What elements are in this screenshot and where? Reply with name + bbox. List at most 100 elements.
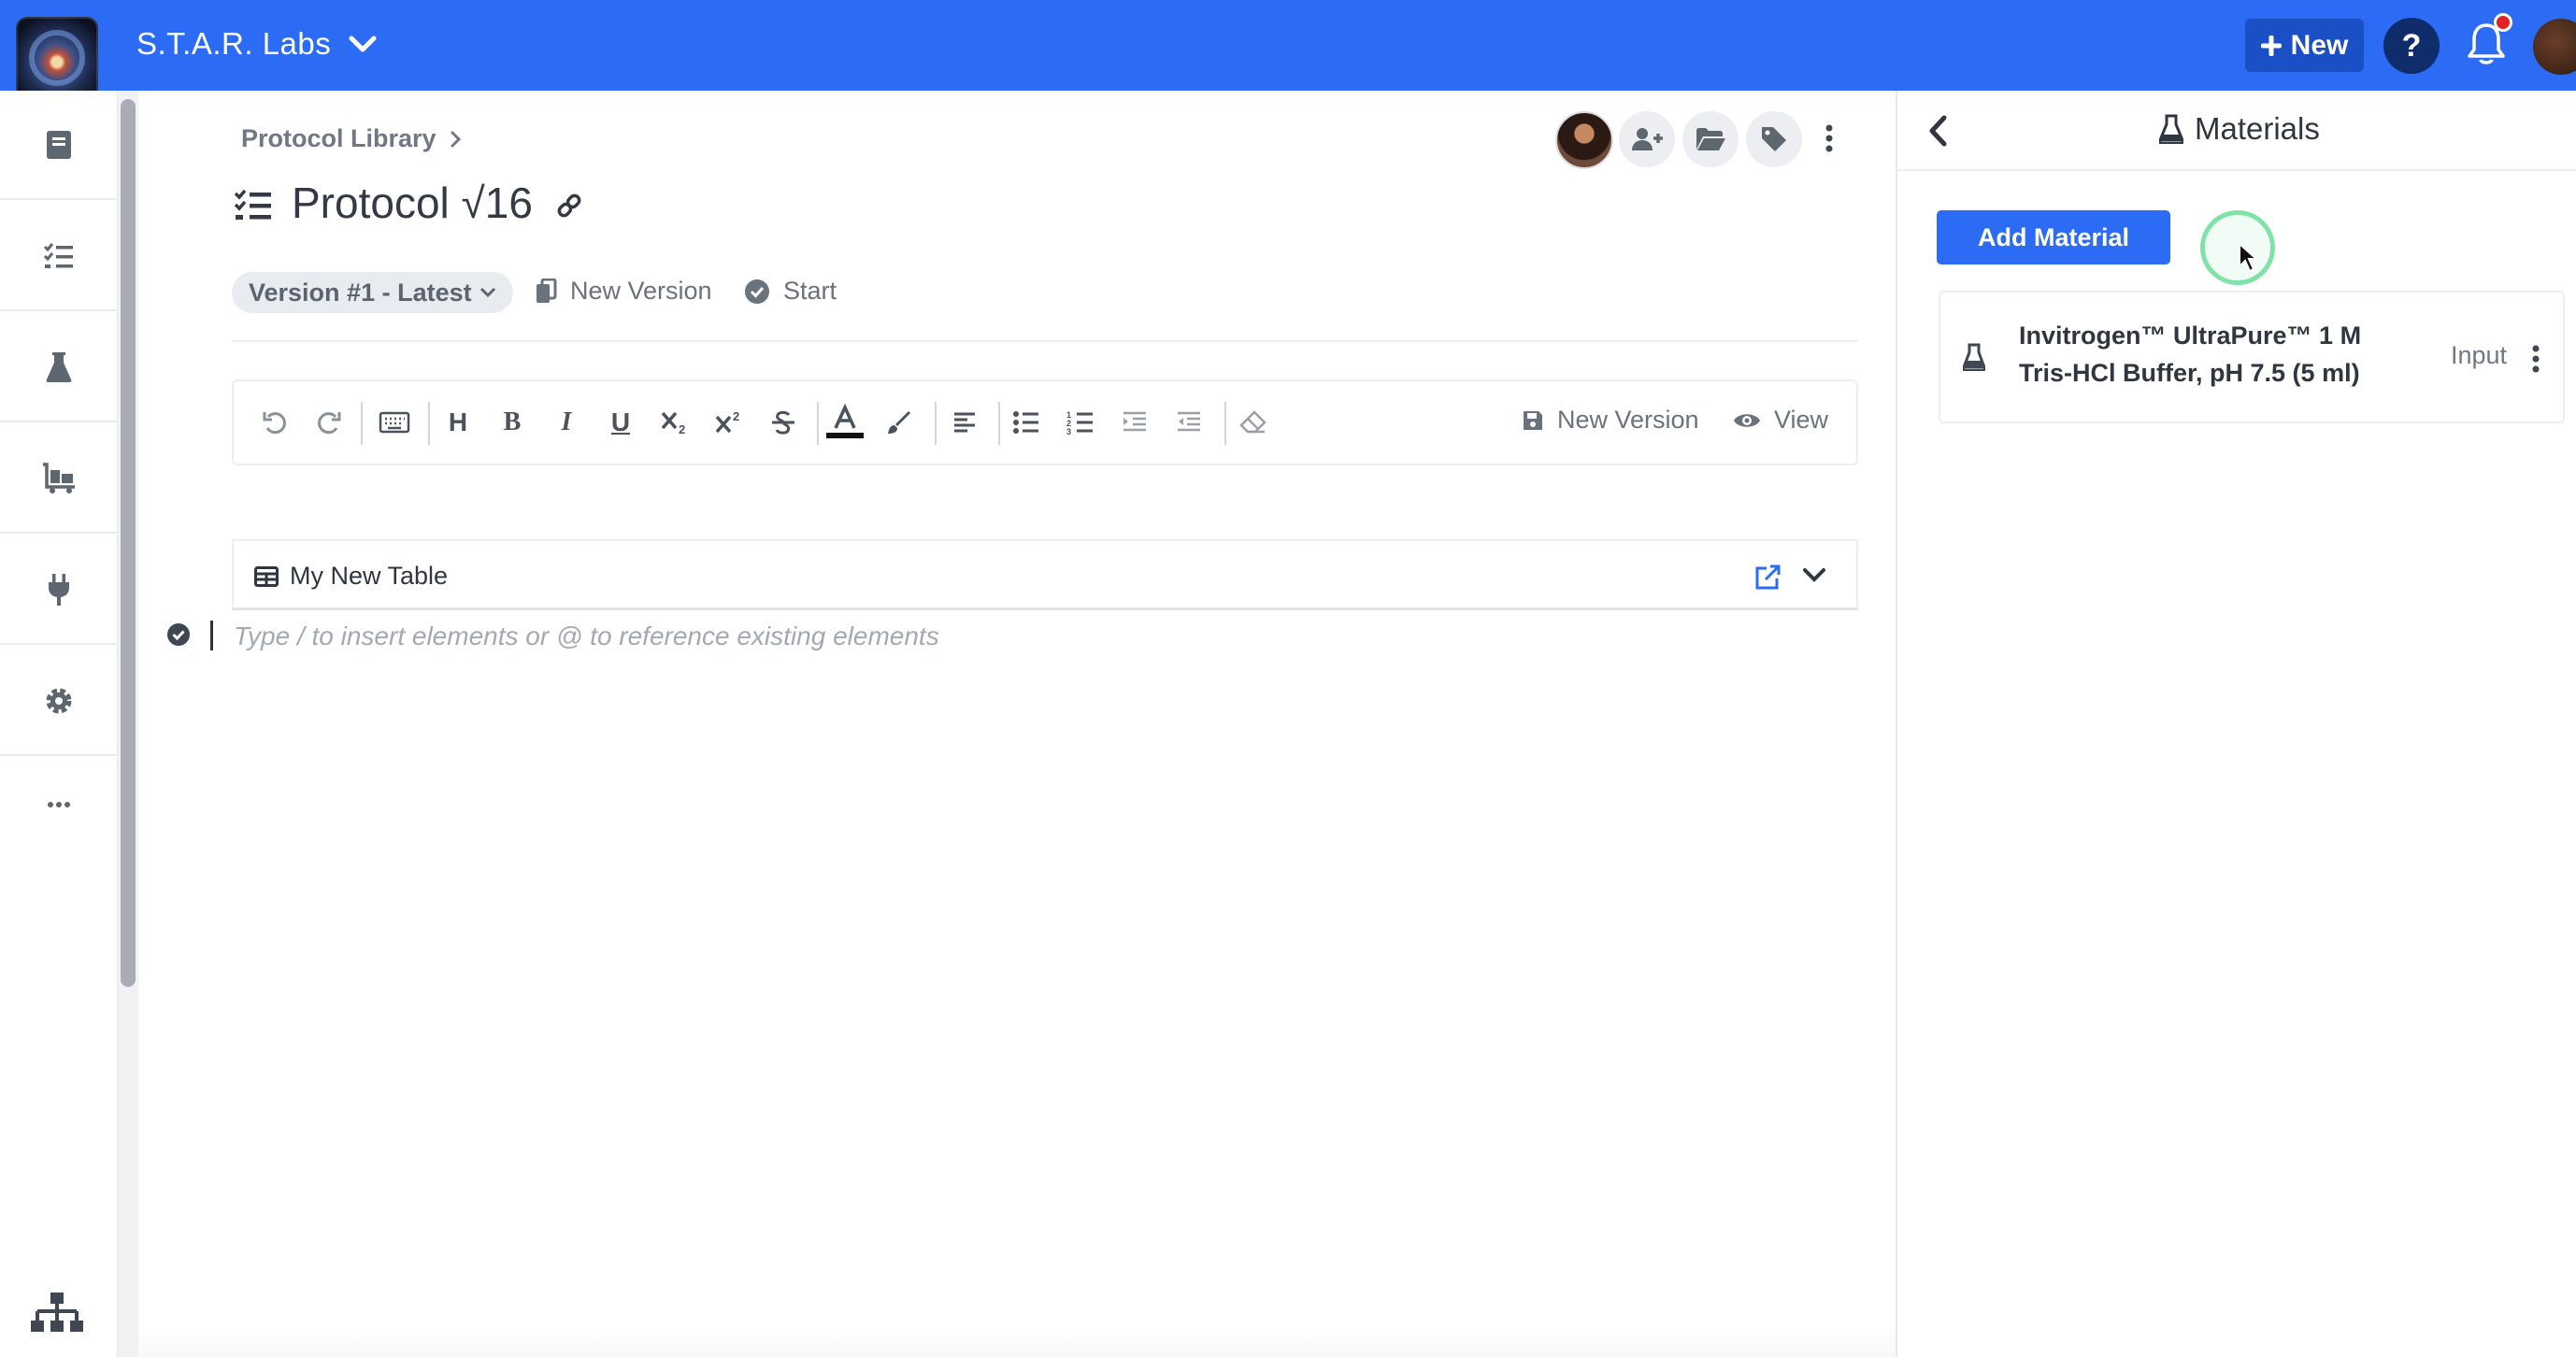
- heading-button[interactable]: H: [439, 404, 477, 441]
- text-cursor: [210, 621, 213, 650]
- help-button[interactable]: ?: [2383, 18, 2440, 74]
- start-link[interactable]: Start: [744, 277, 837, 306]
- start-label: Start: [783, 277, 837, 305]
- superscript-icon[interactable]: 2: [710, 404, 748, 441]
- folder-button[interactable]: [1682, 111, 1739, 167]
- check-circle-icon: [166, 622, 191, 647]
- sidebar-item-inventory[interactable]: [0, 424, 118, 534]
- new-button-label: New: [2290, 29, 2349, 61]
- protocols-list-icon: [43, 242, 75, 270]
- notebook-icon: [45, 129, 73, 161]
- editor-placeholder[interactable]: Type / to insert elements or @ to refere…: [234, 621, 939, 651]
- toolbar-view-button[interactable]: View: [1733, 406, 1828, 435]
- toolbar-view-label: View: [1774, 406, 1829, 434]
- numbered-list-icon[interactable]: 123: [1062, 404, 1099, 441]
- underline-button[interactable]: U: [602, 404, 639, 441]
- toolbar-new-version-label: New Version: [1557, 406, 1699, 434]
- italic-button[interactable]: I: [548, 404, 585, 441]
- table-icon: [254, 565, 279, 587]
- new-version-link[interactable]: New Version: [535, 277, 712, 306]
- sidebar-item-integrations[interactable]: [0, 536, 118, 645]
- more-vertical-icon[interactable]: [1825, 123, 1834, 153]
- breadcrumb[interactable]: Protocol Library: [241, 124, 463, 153]
- notification-badge: [2494, 13, 2512, 32]
- sitemap-icon[interactable]: [30, 1291, 84, 1336]
- tag-icon: [1760, 125, 1788, 153]
- plus-icon: [2260, 35, 2282, 56]
- flask-icon: [45, 351, 73, 383]
- materials-title-text: Materials: [2195, 111, 2320, 146]
- divider: [232, 340, 1858, 342]
- table-block-title[interactable]: My New Table: [254, 562, 448, 591]
- chevron-down-icon[interactable]: [348, 34, 378, 54]
- new-version-label: New Version: [570, 277, 712, 305]
- toolbar-new-version-button[interactable]: New Version: [1522, 406, 1699, 435]
- highlight-brush-icon[interactable]: [880, 404, 918, 441]
- indent-icon[interactable]: [1116, 404, 1153, 441]
- eye-icon: [1733, 410, 1761, 431]
- material-card[interactable]: Invitrogen™ UltraPure™ 1 M Tris-HCl Buff…: [1939, 291, 2565, 423]
- bottom-fade: [138, 1327, 1896, 1357]
- breadcrumb-protocol-library[interactable]: Protocol Library: [241, 124, 436, 153]
- more-horizontal-icon: [47, 801, 71, 808]
- org-name[interactable]: S.T.A.R. Labs: [136, 26, 331, 62]
- mouse-cursor-icon: [2238, 242, 2260, 274]
- sidebar-item-more[interactable]: [0, 758, 118, 851]
- toolbar-separator: [935, 402, 937, 445]
- undo-icon[interactable]: [256, 404, 293, 441]
- user-avatar[interactable]: [2533, 19, 2576, 75]
- svg-text:2: 2: [679, 422, 685, 436]
- external-link-icon[interactable]: [1753, 564, 1782, 592]
- link-icon[interactable]: [555, 192, 583, 220]
- divider: [1897, 169, 2576, 171]
- chevron-down-icon: [479, 287, 496, 298]
- bold-button[interactable]: B: [494, 404, 531, 441]
- copy-icon: [535, 278, 557, 305]
- toolbar-separator: [428, 402, 430, 445]
- eraser-icon[interactable]: [1234, 404, 1271, 441]
- strikethrough-icon[interactable]: [765, 404, 802, 441]
- add-material-button[interactable]: Add Material: [1937, 210, 2170, 264]
- tag-button[interactable]: [1746, 111, 1802, 167]
- toolbar-separator: [817, 402, 819, 445]
- scrollbar-thumb[interactable]: [121, 99, 136, 987]
- inventory-icon: [41, 462, 77, 494]
- materials-panel: Materials Add Material Invitrogen™ Ultra…: [1896, 91, 2576, 1357]
- chevron-down-icon[interactable]: [1802, 567, 1826, 584]
- sidebar: [0, 91, 118, 1357]
- table-block[interactable]: My New Table: [232, 539, 1858, 610]
- toolbar-separator: [361, 402, 363, 445]
- text-color-icon[interactable]: [826, 404, 864, 441]
- more-vertical-icon[interactable]: [2531, 345, 2540, 373]
- keyboard-icon[interactable]: [376, 404, 413, 441]
- align-left-icon[interactable]: [946, 404, 983, 441]
- table-title-text: My New Table: [290, 562, 449, 590]
- sidebar-item-materials[interactable]: [0, 313, 118, 422]
- chevron-right-icon: [450, 130, 463, 149]
- new-button[interactable]: New: [2245, 19, 2364, 72]
- share-user-button[interactable]: [1619, 111, 1675, 167]
- subscript-icon[interactable]: 2: [656, 404, 694, 441]
- redo-icon[interactable]: [310, 404, 348, 441]
- page-title[interactable]: Protocol √16: [292, 178, 533, 228]
- user-plus-icon: [1630, 126, 1664, 152]
- material-name[interactable]: Invitrogen™ UltraPure™ 1 M Tris-HCl Buff…: [2019, 317, 2411, 392]
- version-select[interactable]: Version #1 - Latest: [232, 272, 513, 313]
- sidebar-item-notebook[interactable]: [0, 91, 118, 200]
- collaborator-avatar[interactable]: [1555, 111, 1613, 169]
- flask-icon: [1963, 343, 1985, 371]
- check-circle-icon: [744, 279, 770, 305]
- plug-icon: [47, 573, 71, 607]
- materials-panel-title: Materials: [2159, 111, 2320, 147]
- flask-icon: [2159, 114, 2183, 144]
- outdent-icon[interactable]: [1170, 404, 1208, 441]
- chevron-left-icon[interactable]: [1927, 115, 1948, 147]
- sidebar-item-protocols[interactable]: [0, 202, 118, 311]
- bullet-list-icon[interactable]: [1008, 404, 1045, 441]
- org-logo[interactable]: [16, 17, 98, 99]
- gear-icon: [43, 685, 75, 717]
- toolbar-separator: [1224, 402, 1226, 445]
- svg-text:2: 2: [733, 409, 739, 423]
- version-label: Version #1 - Latest: [249, 278, 472, 307]
- sidebar-item-settings[interactable]: [0, 647, 118, 756]
